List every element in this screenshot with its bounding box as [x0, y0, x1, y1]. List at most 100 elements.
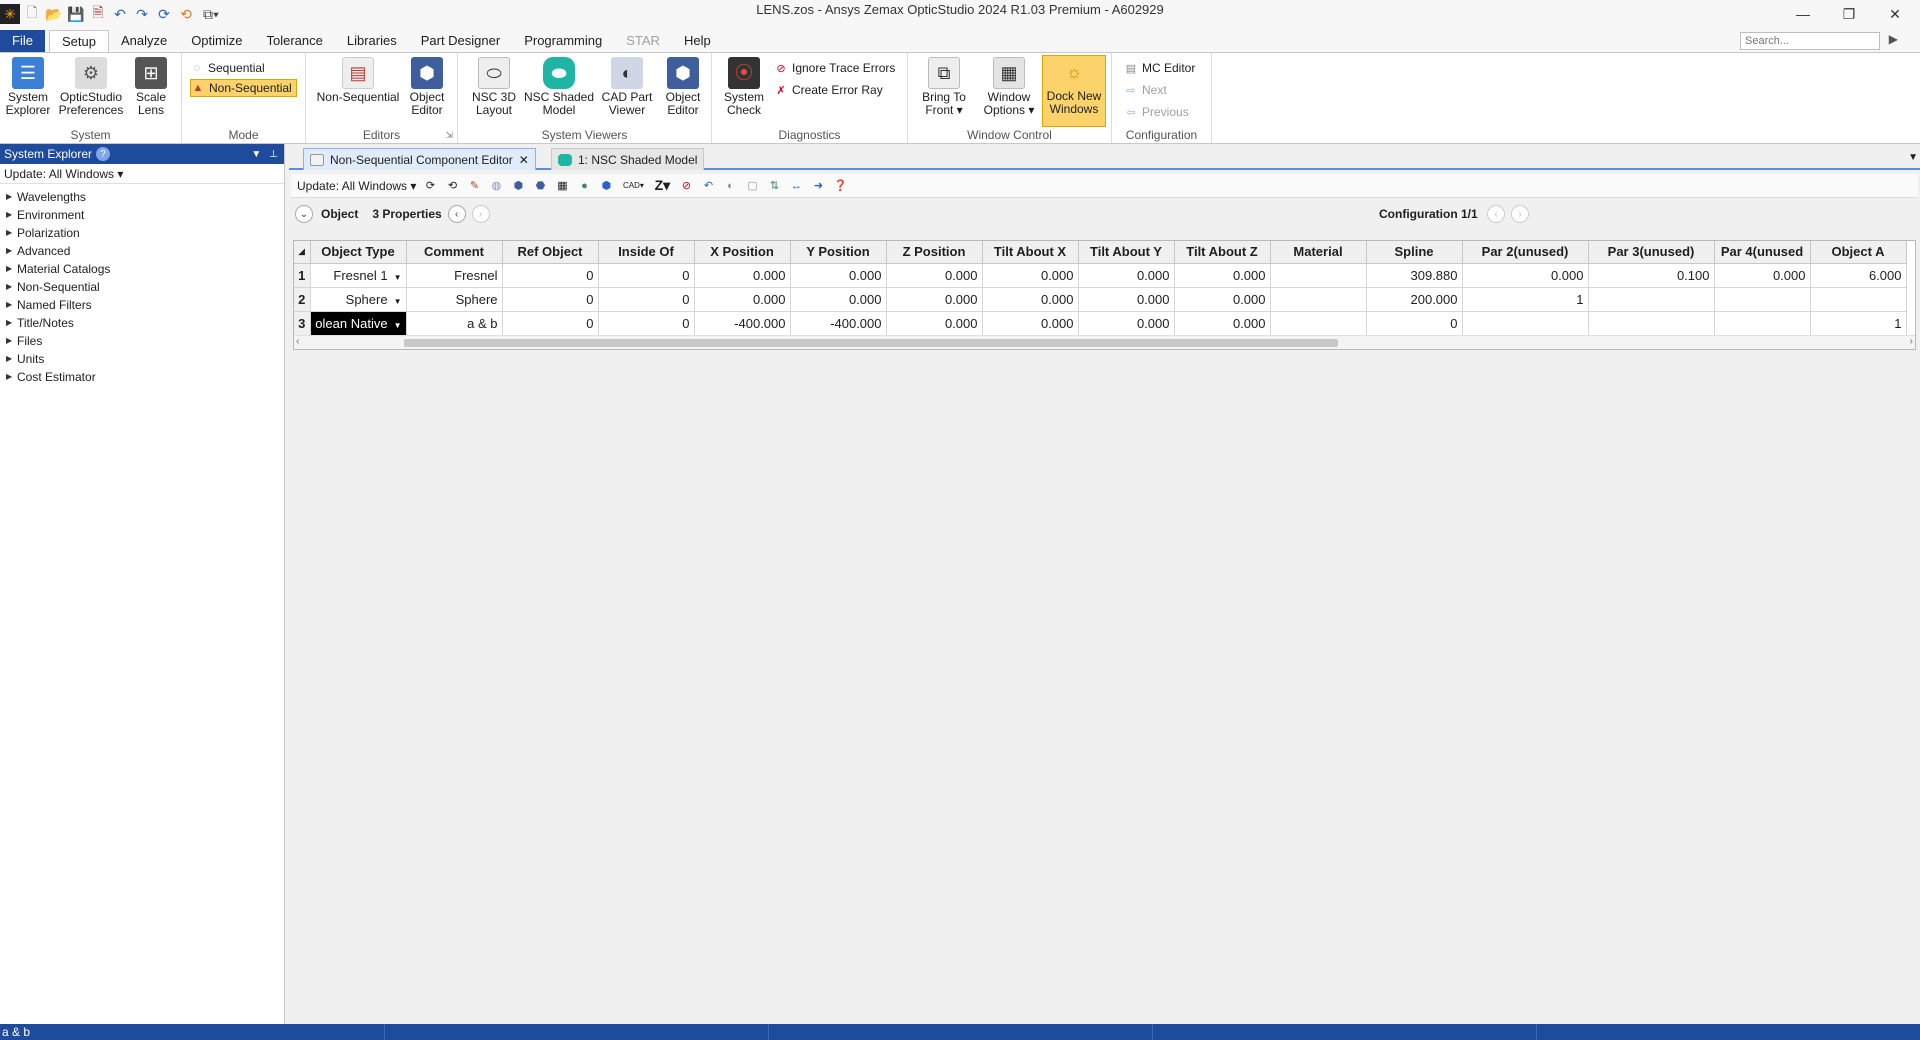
- expand-arrow-icon[interactable]: ▶: [6, 224, 17, 242]
- open-file-icon[interactable]: 📂: [44, 4, 64, 24]
- material-cell[interactable]: [1270, 263, 1367, 288]
- editor-update-dropdown[interactable]: Update: All Windows ▾: [297, 179, 416, 193]
- tab-libraries[interactable]: Libraries: [335, 30, 409, 52]
- minimize-button[interactable]: —: [1780, 0, 1826, 28]
- dropdown-arrow-icon[interactable]: ▼: [394, 273, 402, 282]
- spline-cell[interactable]: 0: [1366, 311, 1463, 336]
- column-header[interactable]: Object Type: [310, 241, 407, 264]
- collapse-icon[interactable]: ↔: [788, 178, 804, 194]
- tilt-x-cell[interactable]: 0.000: [982, 311, 1079, 336]
- tilt-x-cell[interactable]: 0.000: [982, 287, 1079, 312]
- tree-item-environment[interactable]: ▶ Environment: [0, 206, 284, 224]
- close-button[interactable]: ✕: [1872, 0, 1918, 28]
- undo-icon[interactable]: ↶: [110, 4, 130, 24]
- system-explorer-button[interactable]: ☰ System Explorer: [2, 57, 54, 125]
- non-sequential-editor-button[interactable]: ▤ Non-Sequential: [316, 57, 400, 125]
- tab-file[interactable]: File: [0, 30, 45, 52]
- object-a-cell[interactable]: 6.000: [1810, 263, 1907, 288]
- expand-arrow-icon[interactable]: ▶: [6, 260, 17, 278]
- group-editors-launcher-icon[interactable]: ⇲: [445, 130, 453, 141]
- ref-object-cell[interactable]: 0: [502, 311, 599, 336]
- non-sequential-mode-button[interactable]: ▲ Non-Sequential: [190, 79, 297, 97]
- tree-item-cost-estimator[interactable]: ▶ Cost Estimator: [0, 368, 284, 386]
- cad-icon[interactable]: CAD▾: [620, 178, 646, 194]
- tab-help[interactable]: Help: [672, 30, 723, 52]
- system-check-button[interactable]: ⦿ System Check: [720, 57, 768, 125]
- par3-cell[interactable]: 0.100: [1588, 263, 1715, 288]
- create-error-ray-button[interactable]: ✗ Create Error Ray: [774, 81, 882, 99]
- detector-icon[interactable]: ◍: [488, 178, 504, 194]
- z-order-icon[interactable]: Z▾: [652, 177, 672, 194]
- tree-item-wavelengths[interactable]: ▶ Wavelengths: [0, 188, 284, 206]
- column-header[interactable]: Ref Object: [502, 241, 599, 264]
- save-icon[interactable]: 💾: [66, 4, 86, 24]
- par2-cell[interactable]: 0.000: [1462, 263, 1589, 288]
- object-a-cell[interactable]: 1: [1810, 311, 1907, 336]
- tree-item-files[interactable]: ▶ Files: [0, 332, 284, 350]
- inside-of-cell[interactable]: 0: [598, 311, 695, 336]
- dropdown-arrow-icon[interactable]: ▼: [394, 321, 402, 330]
- next-config-icon[interactable]: ›: [1511, 205, 1529, 223]
- ignore-trace-errors-button[interactable]: ⊘ Ignore Trace Errors: [774, 59, 895, 77]
- y-position-cell[interactable]: -400.000: [790, 311, 887, 336]
- tab-nsc-editor[interactable]: Non-Sequential Component Editor ✕: [303, 148, 536, 170]
- close-icon[interactable]: ✕: [519, 153, 529, 167]
- expand-arrow-icon[interactable]: ▶: [6, 206, 17, 224]
- opticstudio-preferences-button[interactable]: ⚙ OpticStudio Preferences: [56, 57, 126, 125]
- window-layout-icon[interactable]: ⧉▾: [198, 4, 224, 24]
- hexagon-icon[interactable]: ⬢: [598, 178, 614, 194]
- column-header[interactable]: Y Position: [790, 241, 887, 264]
- refresh-icon[interactable]: ⟳: [154, 4, 174, 24]
- spline-cell[interactable]: 200.000: [1366, 287, 1463, 312]
- expand-arrow-icon[interactable]: ▶: [6, 350, 17, 368]
- comment-cell[interactable]: a & b: [406, 311, 503, 336]
- help-icon[interactable]: ?: [96, 147, 111, 161]
- update-all-icon[interactable]: ⟲: [176, 4, 196, 24]
- spline-cell[interactable]: 309.880: [1366, 263, 1463, 288]
- comment-cell[interactable]: Sphere: [406, 287, 503, 312]
- tree-item-units[interactable]: ▶ Units: [0, 350, 284, 368]
- restore-button[interactable]: ❐: [1826, 0, 1872, 28]
- tilt-z-cell[interactable]: 0.000: [1174, 263, 1271, 288]
- object-editor-button[interactable]: ⬢ Object Editor: [402, 57, 452, 125]
- tilt-y-cell[interactable]: 0.000: [1078, 311, 1175, 336]
- object-icon[interactable]: ⬢: [510, 178, 526, 194]
- par3-cell[interactable]: [1588, 287, 1715, 312]
- search-go-icon[interactable]: ▶: [1889, 32, 1898, 46]
- chevron-down-icon[interactable]: ⌄: [295, 205, 313, 223]
- comment-cell[interactable]: Fresnel: [406, 263, 503, 288]
- scale-lens-button[interactable]: ⊞ Scale Lens: [128, 57, 174, 125]
- blank-icon[interactable]: ▢: [744, 178, 760, 194]
- tilt-x-cell[interactable]: 0.000: [982, 263, 1079, 288]
- document-tabs-menu-icon[interactable]: ▼: [1908, 152, 1918, 163]
- previous-object-icon[interactable]: ‹: [447, 205, 466, 223]
- column-header[interactable]: X Position: [694, 241, 791, 264]
- z-position-cell[interactable]: 0.000: [886, 263, 983, 288]
- scroll-left-icon[interactable]: ‹: [296, 336, 299, 347]
- column-header[interactable]: Comment: [406, 241, 503, 264]
- ref-object-cell[interactable]: 0: [502, 287, 599, 312]
- expand-arrow-icon[interactable]: ▶: [6, 242, 17, 260]
- tab-analyze[interactable]: Analyze: [109, 30, 179, 52]
- column-header[interactable]: Par 3(unused): [1588, 241, 1715, 264]
- scroll-right-icon[interactable]: ›: [1910, 336, 1913, 347]
- inside-of-cell[interactable]: 0: [598, 287, 695, 312]
- tab-part-designer[interactable]: Part Designer: [409, 30, 512, 52]
- bring-to-front-button[interactable]: ⧉ Bring To Front ▾: [914, 57, 974, 125]
- undo-arrow-icon[interactable]: ↶: [700, 178, 716, 194]
- expand-arrow-icon[interactable]: ▶: [6, 296, 17, 314]
- column-header[interactable]: Tilt About Y: [1078, 241, 1175, 264]
- mc-editor-button[interactable]: ▤ MC Editor: [1124, 59, 1196, 77]
- column-header[interactable]: Tilt About X: [982, 241, 1079, 264]
- column-header[interactable]: Material: [1270, 241, 1367, 264]
- tree-item-named-filters[interactable]: ▶ Named Filters: [0, 296, 284, 314]
- x-position-cell[interactable]: 0.000: [694, 263, 791, 288]
- column-header[interactable]: Par 2(unused): [1462, 241, 1589, 264]
- par3-cell[interactable]: [1588, 311, 1715, 336]
- swap-icon[interactable]: ⇅: [766, 178, 782, 194]
- column-header[interactable]: Spline: [1366, 241, 1463, 264]
- dropdown-arrow-icon[interactable]: ▼: [394, 297, 402, 306]
- grid-icon[interactable]: ▦: [554, 178, 570, 194]
- tab-tolerance[interactable]: Tolerance: [254, 30, 334, 52]
- go-arrow-icon[interactable]: ➜: [810, 178, 826, 194]
